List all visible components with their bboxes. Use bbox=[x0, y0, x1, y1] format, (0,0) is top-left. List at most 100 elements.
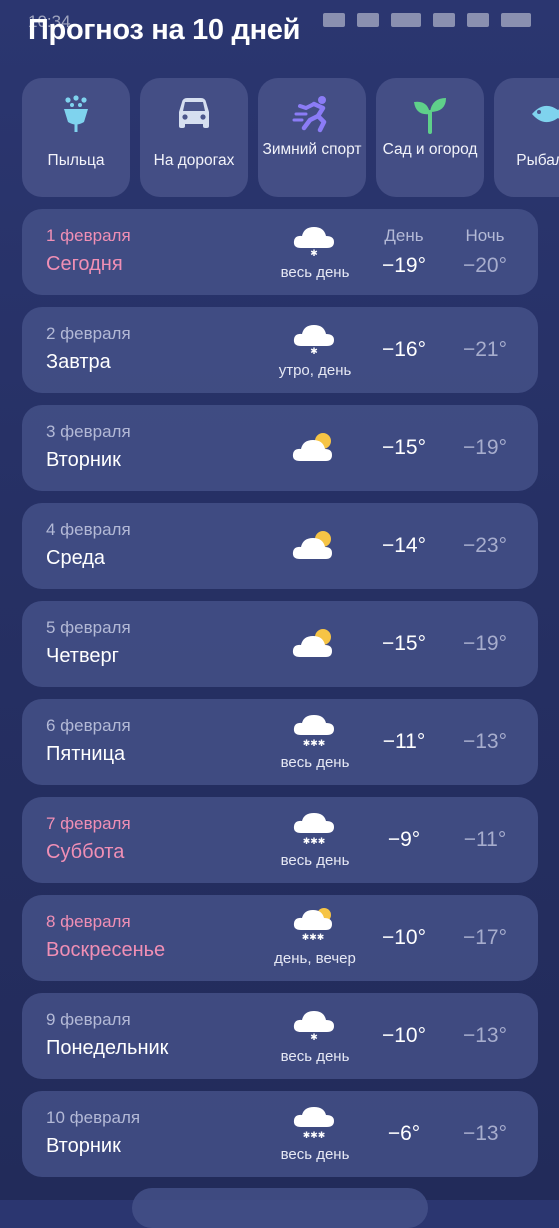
forecast-day-name: Суббота bbox=[46, 841, 125, 863]
pollen-flower-icon bbox=[64, 95, 88, 132]
day-temperature: −16° bbox=[381, 338, 427, 361]
snow-light-icon: ✱ bbox=[293, 227, 334, 257]
day-temperature: −15° bbox=[381, 632, 427, 655]
night-temperature: −20° bbox=[462, 254, 508, 277]
snow-light-icon: ✱ bbox=[293, 1011, 334, 1041]
page-title: Прогноз на 10 дней bbox=[28, 14, 301, 46]
forecast-precip-note: день, вечер bbox=[274, 950, 356, 967]
volte-icon bbox=[391, 13, 421, 27]
category-label: Пыльца bbox=[47, 152, 105, 169]
day-temperature: −6° bbox=[387, 1122, 421, 1145]
night-column-header: Ночь bbox=[465, 226, 505, 245]
forecast-date: 5 февраля bbox=[46, 618, 131, 637]
night-temperature: −23° bbox=[462, 534, 508, 557]
forecast-row[interactable]: 6 февраля Пятница ✱✱✱ весь день −11° −13… bbox=[22, 699, 538, 785]
day-temperature: −10° bbox=[381, 1024, 427, 1047]
forecast-date: 3 февраля bbox=[46, 422, 131, 441]
day-temperature: −11° bbox=[382, 730, 426, 753]
category-label: Рыбалка bbox=[516, 152, 559, 169]
day-temperature: −9° bbox=[387, 828, 421, 851]
svg-text:✱: ✱ bbox=[310, 249, 318, 257]
forecast-row[interactable]: 2 февраля Завтра ✱ утро, день −16° −21° bbox=[22, 307, 538, 393]
forecast-day-name: Воскресенье bbox=[46, 939, 166, 961]
forecast-date: 10 февраля bbox=[46, 1108, 141, 1127]
partly-cloudy-icon bbox=[292, 433, 332, 461]
svg-text:✱: ✱ bbox=[310, 1033, 318, 1041]
forecast-day-name: Вторник bbox=[46, 1135, 121, 1157]
snow-heavy-icon: ✱✱✱ bbox=[293, 715, 334, 747]
forecast-row[interactable]: 3 февраля Вторник −15° −19° bbox=[22, 405, 538, 491]
sun-cloud-snow-icon: ✱✱✱ bbox=[293, 908, 332, 941]
night-temperature: −13° bbox=[462, 730, 508, 753]
night-temperature: −19° bbox=[462, 436, 508, 459]
day-temperature: −10° bbox=[381, 926, 427, 949]
forecast-date: 7 февраля bbox=[46, 814, 131, 833]
night-temperature: −17° bbox=[462, 926, 508, 949]
partly-cloudy-icon bbox=[292, 629, 332, 657]
car-icon bbox=[179, 98, 209, 128]
wifi-icon bbox=[357, 13, 379, 27]
night-temperature: −11° bbox=[463, 828, 507, 851]
forecast-row[interactable]: 8 февраля Воскресенье ✱✱✱ день, вечер −1… bbox=[22, 895, 538, 981]
forecast-day-name: Пятница bbox=[46, 743, 126, 765]
category-label: Сад и огород bbox=[382, 141, 478, 158]
signal-icon bbox=[323, 13, 345, 27]
category-label: На дорогах bbox=[153, 152, 235, 169]
forecast-day-name: Вторник bbox=[46, 449, 121, 471]
svg-text:✱✱✱: ✱✱✱ bbox=[303, 1131, 326, 1139]
forecast-row[interactable]: 4 февраля Среда −14° −23° bbox=[22, 503, 538, 589]
forecast-day-name: Сегодня bbox=[46, 253, 123, 275]
forecast-precip-note: весь день bbox=[280, 754, 350, 771]
category-label: Зимний спорт bbox=[262, 141, 362, 158]
category-roads[interactable]: На дорогах bbox=[140, 78, 248, 197]
svg-text:✱✱✱: ✱✱✱ bbox=[303, 739, 326, 747]
forecast-row[interactable]: 9 февраля Понедельник ✱ весь день −10° −… bbox=[22, 993, 538, 1079]
forecast-precip-note: весь день bbox=[280, 1048, 350, 1065]
forecast-row[interactable]: 1 февраля Сегодня ✱ весь день День Ночь … bbox=[22, 209, 538, 295]
forecast-precip-note: весь день bbox=[280, 1146, 350, 1163]
forecast-day-name: Четверг bbox=[46, 645, 119, 667]
signal-4g-icon bbox=[433, 13, 455, 27]
day-column-header: День bbox=[384, 226, 424, 245]
snow-heavy-icon: ✱✱✱ bbox=[293, 813, 334, 845]
status-icons bbox=[323, 13, 531, 27]
category-pollen[interactable]: Пыльца bbox=[22, 78, 130, 197]
sprout-icon bbox=[414, 98, 446, 134]
forecast-precip-note: весь день bbox=[280, 852, 350, 869]
category-fishing[interactable]: Рыбалка bbox=[494, 78, 559, 197]
forecast-row[interactable]: 7 февраля Суббота ✱✱✱ весь день −9° −11° bbox=[22, 797, 538, 883]
forecast-row[interactable]: 10 февраля Вторник ✱✱✱ весь день −6° −13… bbox=[22, 1091, 538, 1177]
forecast-date: 8 февраля bbox=[46, 912, 131, 931]
category-carousel[interactable]: Пыльца На дорогах Зимний спорт Сад и ого… bbox=[22, 78, 559, 198]
battery-icon bbox=[501, 13, 531, 27]
forecast-precip-note: утро, день bbox=[278, 362, 352, 379]
signal-4g-icon bbox=[467, 13, 489, 27]
partly-cloudy-icon bbox=[292, 531, 332, 559]
category-winter-sport[interactable]: Зимний спорт bbox=[258, 78, 366, 197]
forecast-date: 4 февраля bbox=[46, 520, 131, 539]
category-garden[interactable]: Сад и огород bbox=[376, 78, 484, 197]
forecast-date: 6 февраля bbox=[46, 716, 131, 735]
night-temperature: −19° bbox=[462, 632, 508, 655]
forecast-day-name: Завтра bbox=[46, 351, 111, 373]
night-temperature: −13° bbox=[462, 1024, 508, 1047]
skier-icon bbox=[292, 96, 327, 133]
day-temperature: −19° bbox=[381, 254, 427, 277]
forecast-day-name: Понедельник bbox=[46, 1037, 169, 1059]
forecast-date: 9 февраля bbox=[46, 1010, 131, 1029]
day-temperature: −15° bbox=[381, 436, 427, 459]
night-temperature: −21° bbox=[462, 338, 508, 361]
forecast-row[interactable]: 5 февраля Четверг −15° −19° bbox=[22, 601, 538, 687]
snow-heavy-icon: ✱✱✱ bbox=[293, 1107, 334, 1139]
svg-text:✱: ✱ bbox=[310, 347, 318, 355]
svg-text:✱✱✱: ✱✱✱ bbox=[303, 837, 326, 845]
night-temperature: −13° bbox=[462, 1122, 508, 1145]
forecast-date: 2 февраля bbox=[46, 324, 131, 343]
svg-text:✱✱✱: ✱✱✱ bbox=[302, 933, 325, 941]
fish-icon bbox=[532, 105, 559, 123]
forecast-day-name: Среда bbox=[46, 547, 106, 569]
forecast-date: 1 февраля bbox=[46, 226, 131, 245]
bottom-pill-button[interactable] bbox=[132, 1188, 428, 1228]
day-temperature: −14° bbox=[381, 534, 427, 557]
snow-light-icon: ✱ bbox=[293, 325, 334, 355]
